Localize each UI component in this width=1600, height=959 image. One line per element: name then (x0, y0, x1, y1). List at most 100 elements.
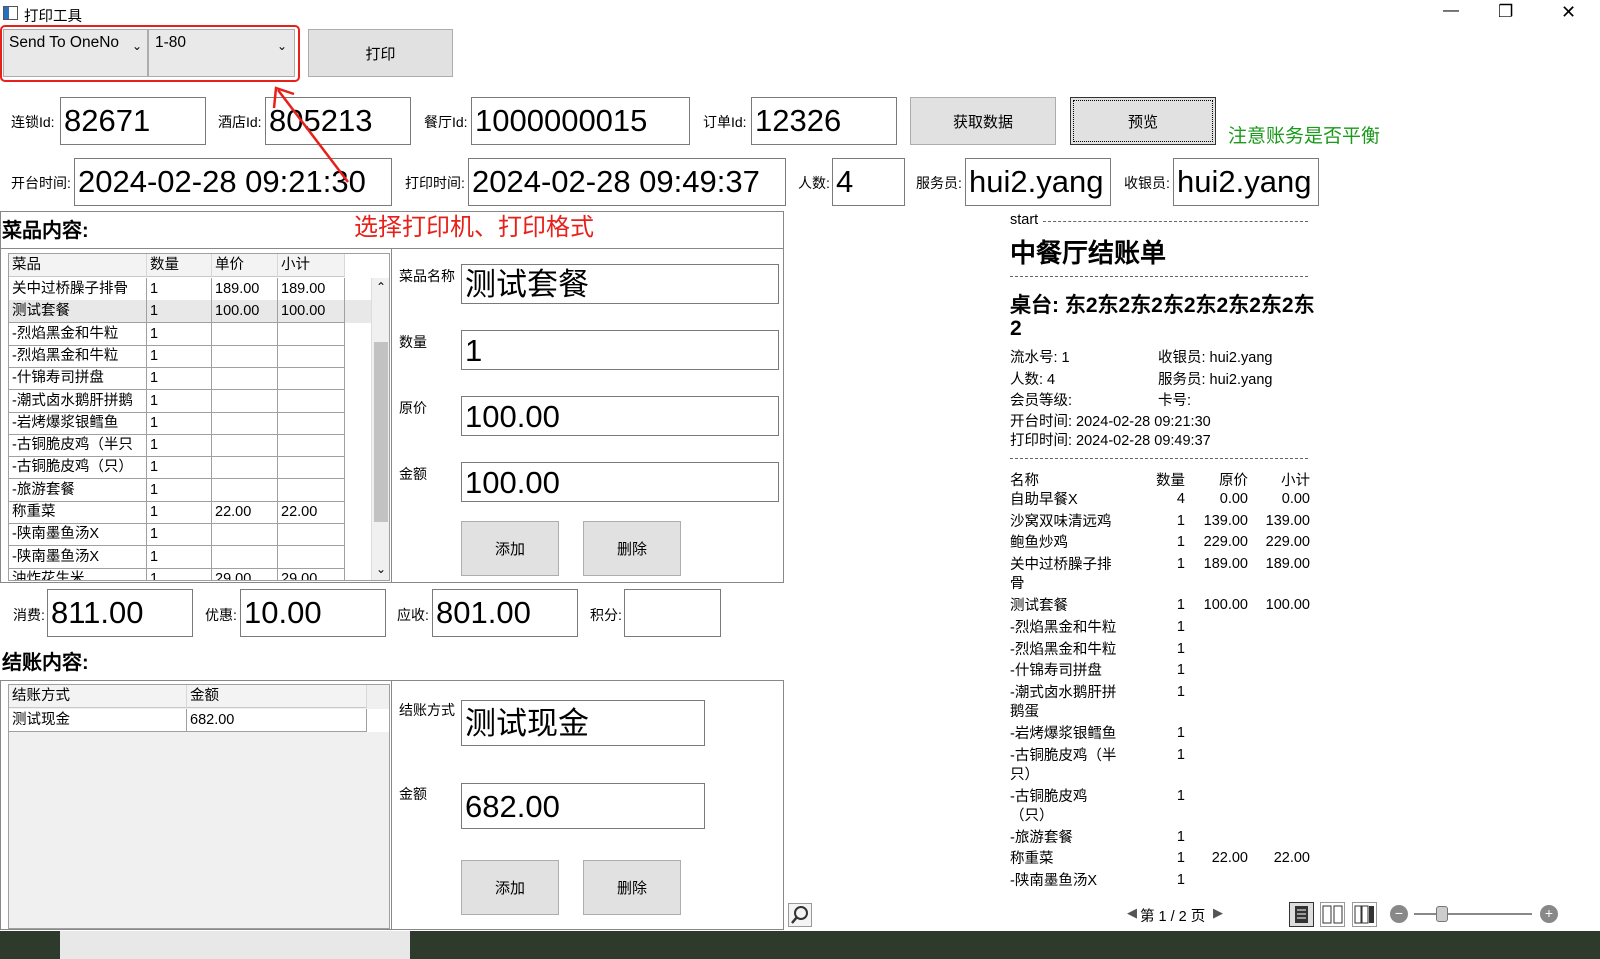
dish-qty-cell: 1 (147, 501, 212, 524)
column-header-price[interactable]: 单价 (212, 254, 278, 277)
scroll-down-icon[interactable]: ⌄ (376, 562, 386, 576)
dish-qty-cell: 1 (147, 434, 212, 458)
table-row[interactable]: 测试现金 682.00 (9, 709, 389, 732)
close-button[interactable]: ✕ (1561, 2, 1576, 23)
column-header-amount[interactable]: 金额 (187, 685, 367, 708)
receipt-item-qty: 1 (1176, 662, 1185, 679)
table-row[interactable]: -烈焰黑金和牛粒 1 (9, 322, 371, 346)
table-row[interactable]: -旅游套餐 1 (9, 478, 371, 502)
people-field[interactable]: 4 (832, 158, 905, 206)
dish-subtotal-cell: 189.00 (278, 278, 345, 301)
title-bar: 打印工具 — ❐ ✕ (0, 0, 1600, 26)
fetch-data-button[interactable]: 获取数据 (910, 97, 1056, 145)
zoom-out-icon[interactable]: − (1390, 905, 1408, 923)
order-id-field[interactable]: 12326 (751, 97, 897, 145)
settle-amount-field[interactable]: 682.00 (461, 783, 705, 829)
receipt-item-name: 自助早餐X (1010, 491, 1078, 510)
points-field[interactable] (624, 589, 721, 637)
dish-name-cell: 称重菜 (9, 501, 147, 524)
table-row[interactable]: -什锦寿司拼盘 1 (9, 367, 371, 391)
zoom-in-icon[interactable]: + (1540, 905, 1558, 923)
receipt-item-name-line: -古铜脆皮鸡（半 (1010, 747, 1117, 764)
preview-button[interactable]: 预览 (1070, 97, 1216, 145)
zoom-slider-thumb[interactable] (1436, 906, 1448, 922)
table-row[interactable]: -古铜脆皮鸡（半只 1 (9, 434, 371, 458)
dish-price-field[interactable]: 100.00 (461, 396, 779, 436)
restaurant-id-field[interactable]: 1000000015 (471, 97, 690, 145)
receipt-item-name-line: -潮式卤水鹅肝拼 (1010, 684, 1117, 701)
zoom-slider-track[interactable] (1414, 913, 1532, 915)
receipt-item-qty: 1 (1176, 746, 1185, 763)
consume-field[interactable]: 811.00 (47, 589, 193, 637)
cashier-field[interactable]: hui2.yang (1173, 158, 1319, 206)
receipt-table-line1: 桌台: 东2东2东2东2东2东2东2东 (1010, 294, 1315, 317)
multi-page-view-icon[interactable] (1352, 902, 1377, 927)
single-page-view-icon[interactable] (1289, 902, 1314, 927)
table-row[interactable]: 关中过桥臊子排骨 1 189.00 189.00 (9, 278, 371, 301)
receipt-item-name-line: 关中过桥臊子排 (1010, 557, 1112, 574)
dish-subtotal-cell (278, 322, 345, 346)
table-row[interactable]: -烈焰黑金和牛粒 1 (9, 344, 371, 368)
scroll-thumb[interactable] (374, 342, 388, 522)
receipt-item-qty: 1 (1176, 872, 1185, 888)
receipt-serial: 流水号: 1 (1010, 350, 1070, 366)
print-time-field[interactable]: 2024-02-28 09:49:37 (468, 158, 786, 206)
column-header-subtotal[interactable]: 小计 (278, 254, 345, 277)
settle-delete-button[interactable]: 删除 (583, 860, 681, 915)
receipt-item-name-line: -岩烤爆浆银鳕鱼 (1010, 725, 1117, 742)
table-row[interactable]: -古铜脆皮鸡（只） 1 (9, 456, 371, 480)
receipt-header-price: 原价 (1219, 473, 1248, 489)
dishes-grid[interactable]: 菜品 数量 单价 小计 关中过桥臊子排骨 1 189.00 189.00 测试套餐 1 10… (8, 253, 390, 581)
points-label: 积分: (590, 607, 622, 623)
maximize-button[interactable]: ❐ (1498, 2, 1513, 22)
waiter-field[interactable]: hui2.yang (965, 158, 1111, 206)
table-row[interactable]: -陕南墨鱼汤X 1 (9, 523, 371, 547)
two-page-view-icon[interactable] (1320, 902, 1345, 927)
restaurant-id-label: 餐厅Id: (424, 114, 468, 130)
settlement-grid[interactable]: 结账方式 金额 测试现金 682.00 (8, 684, 390, 929)
dish-qty-cell: 1 (147, 322, 212, 346)
print-button[interactable]: 打印 (308, 29, 453, 77)
dish-subtotal-cell (278, 367, 345, 391)
dish-qty-field[interactable]: 1 (461, 330, 779, 370)
dish-amount-field[interactable]: 100.00 (461, 462, 779, 502)
minimize-button[interactable]: — (1443, 2, 1459, 20)
settle-method-field[interactable]: 测试现金 (461, 700, 705, 746)
settle-method-label: 结账方式 (399, 702, 455, 718)
next-page-icon[interactable]: ▶ (1213, 905, 1223, 921)
column-header-dish[interactable]: 菜品 (9, 254, 147, 277)
table-row[interactable]: -岩烤爆浆银鳕鱼 1 (9, 411, 371, 435)
scroll-up-icon[interactable]: ⌃ (376, 280, 386, 294)
dish-name-field[interactable]: 测试套餐 (461, 264, 779, 304)
table-row[interactable]: -潮式卤水鹅肝拼鹅 1 (9, 389, 371, 413)
receipt-item-name-line: 测试套餐 (1010, 598, 1068, 615)
receipt-item-sub: 229.00 (1265, 534, 1310, 551)
column-header-qty[interactable]: 数量 (147, 254, 212, 277)
chain-id-field[interactable]: 82671 (60, 97, 206, 145)
receivable-field[interactable]: 801.00 (432, 589, 578, 637)
dish-subtotal-cell (278, 523, 345, 547)
receipt-cashier: 收银员: hui2.yang (1158, 350, 1273, 366)
prev-page-icon[interactable]: ◀ (1127, 905, 1137, 921)
chain-id-label: 连锁Id: (11, 114, 55, 130)
table-row[interactable]: -陕南墨鱼汤X 1 (9, 545, 371, 569)
cashier-label: 收银员: (1124, 175, 1170, 191)
table-row[interactable]: 油炸花生米 1 29.00 29.00 (9, 567, 371, 580)
search-icon[interactable] (788, 903, 812, 927)
taskbar-window-thumbnail (60, 931, 410, 959)
table-row[interactable]: 称重菜 1 22.00 22.00 (9, 501, 371, 524)
consume-label: 消费: (13, 607, 45, 623)
discount-field[interactable]: 10.00 (240, 589, 386, 637)
dish-add-button[interactable]: 添加 (461, 521, 559, 576)
receipt-item-name: 关中过桥臊子排骨 (1010, 556, 1112, 594)
dish-name-cell: -烈焰黑金和牛粒 (9, 322, 147, 346)
table-row[interactable]: 测试套餐 1 100.00 100.00 (9, 300, 371, 324)
dishes-scrollbar[interactable]: ⌃ ⌄ (371, 278, 389, 580)
dishes-grid-header: 菜品 数量 单价 小计 (9, 254, 371, 277)
column-header-method[interactable]: 结账方式 (9, 685, 187, 708)
receipt-item-price: 229.00 (1203, 534, 1248, 551)
dish-delete-button[interactable]: 删除 (583, 521, 681, 576)
settle-add-button[interactable]: 添加 (461, 860, 559, 915)
dish-subtotal-cell: 29.00 (278, 567, 345, 580)
dish-qty-cell: 1 (147, 411, 212, 435)
